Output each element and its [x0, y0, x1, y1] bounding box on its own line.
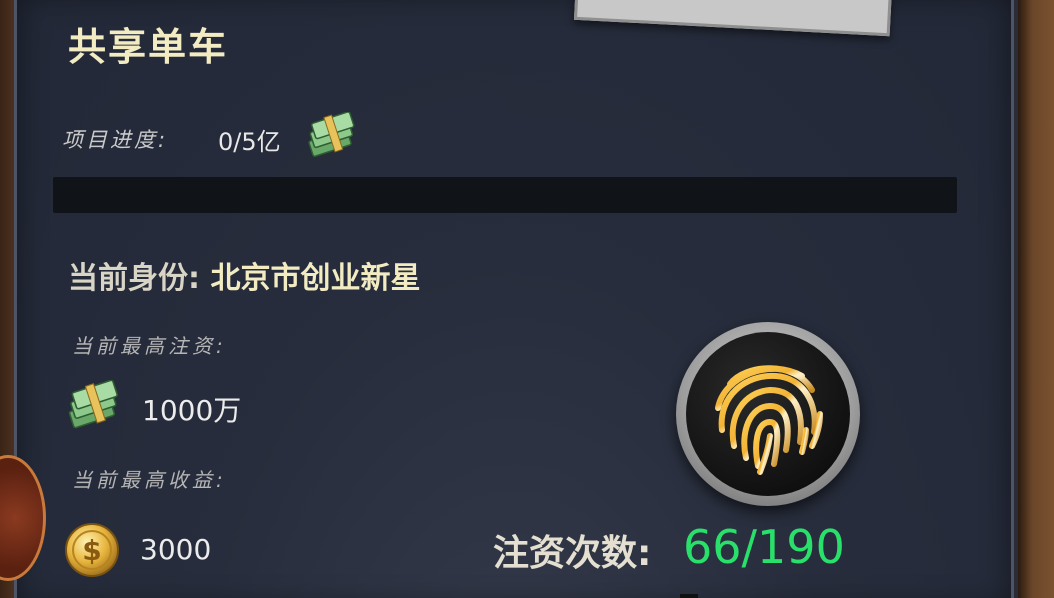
progress-label: 项目进度:: [62, 128, 169, 152]
identity-line: 当前身份: 北京市创业新星: [68, 253, 420, 297]
project-progress-bar: [53, 177, 957, 213]
project-panel: [14, 0, 1014, 598]
max-income-value: 3000: [140, 533, 212, 566]
project-title: 共享单车: [68, 25, 229, 69]
dollar-coin-icon: $: [65, 523, 119, 577]
svg-text:$: $: [82, 534, 101, 567]
bottom-tab-marker: [680, 594, 698, 598]
right-frame-edge: [1018, 0, 1054, 598]
fingerprint-icon: [715, 365, 823, 475]
game-screen: 共享单车 项目进度: 0/5亿 当前身份: 北京市创业新星 当前最高注资: 10…: [0, 0, 1054, 598]
invest-count-label: 注资次数:: [493, 533, 652, 574]
max-investment-value: 1000万: [142, 394, 242, 427]
identity-value: 北京市创业新星: [210, 261, 421, 296]
max-investment-label: 当前最高注资:: [72, 334, 227, 358]
cash-stack-icon: [68, 380, 118, 429]
invest-count-value: 66/190: [683, 520, 845, 574]
cash-stack-icon: [308, 112, 355, 157]
invest-fingerprint-button[interactable]: [676, 322, 860, 506]
identity-label: 当前身份:: [68, 261, 200, 296]
max-income-label: 当前最高收益:: [72, 468, 227, 492]
progress-value: 0/5亿: [218, 128, 281, 156]
